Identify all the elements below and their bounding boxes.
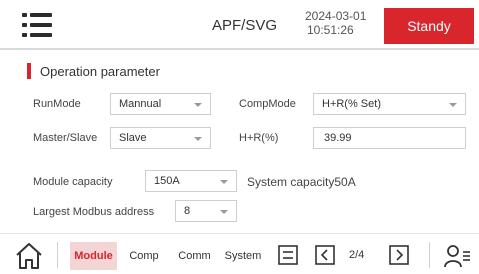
comp-mode-select[interactable]: H+R(% Set)	[313, 93, 466, 115]
chevron-down-icon	[449, 103, 457, 107]
divider	[429, 242, 430, 268]
home-icon[interactable]	[14, 241, 44, 271]
app-title: APF/SVG	[212, 17, 278, 34]
chevron-down-icon	[220, 210, 228, 214]
date-text: 2024-03-01	[305, 9, 367, 23]
module-capacity-label: Module capacity	[33, 176, 113, 188]
comp-mode-label: CompMode	[239, 98, 296, 110]
section-marker	[27, 63, 31, 79]
chevron-left-icon[interactable]	[314, 244, 336, 266]
module-capacity-value: 150A	[154, 175, 180, 187]
user-menu-icon[interactable]	[443, 243, 471, 269]
master-slave-value: Slave	[119, 132, 147, 144]
top-bar: APF/SVG 2024-03-01 10:51:26 Standy	[0, 0, 479, 50]
section-header: Operation parameter	[27, 63, 160, 79]
bottom-nav: Module Comp Comm System 2/4	[0, 233, 479, 274]
tab-comp[interactable]: Comp	[121, 242, 167, 270]
page-indicator: 2/4	[349, 249, 365, 261]
system-capacity-label: System capacity	[247, 175, 335, 189]
status-button[interactable]: Standy	[384, 8, 474, 44]
chevron-down-icon	[220, 180, 228, 184]
save-icon[interactable]	[277, 244, 299, 266]
system-capacity-value: 50A	[334, 175, 356, 189]
run-mode-label: RunMode	[33, 98, 81, 110]
divider	[57, 242, 58, 268]
tab-system[interactable]: System	[220, 242, 266, 270]
modbus-address-value: 8	[184, 205, 191, 217]
run-mode-value: Mannual	[119, 98, 162, 110]
hr-percent-input[interactable]: 39.99	[313, 127, 466, 149]
section-title: Operation parameter	[40, 63, 160, 79]
run-mode-select[interactable]: Mannual	[110, 93, 211, 115]
time-text: 10:51:26	[307, 23, 354, 37]
hr-percent-label: H+R(%)	[239, 132, 279, 144]
modbus-address-select[interactable]: 8	[175, 200, 237, 222]
menu-icon[interactable]	[22, 11, 52, 39]
system-capacity-text: System capacity50A	[247, 175, 356, 189]
tab-comm[interactable]: Comm	[171, 242, 218, 270]
chevron-down-icon	[194, 103, 202, 107]
modbus-address-label: Largest Modbus address	[33, 206, 155, 218]
tab-module[interactable]: Module	[70, 242, 117, 270]
master-slave-select[interactable]: Slave	[110, 127, 211, 149]
chevron-right-icon[interactable]	[388, 244, 410, 266]
master-slave-label: Master/Slave	[33, 132, 98, 144]
module-capacity-select[interactable]: 150A	[145, 170, 237, 192]
comp-mode-value: H+R(% Set)	[322, 98, 381, 110]
chevron-down-icon	[194, 137, 202, 141]
datetime: 2024-03-01 10:51:26	[305, 9, 366, 37]
